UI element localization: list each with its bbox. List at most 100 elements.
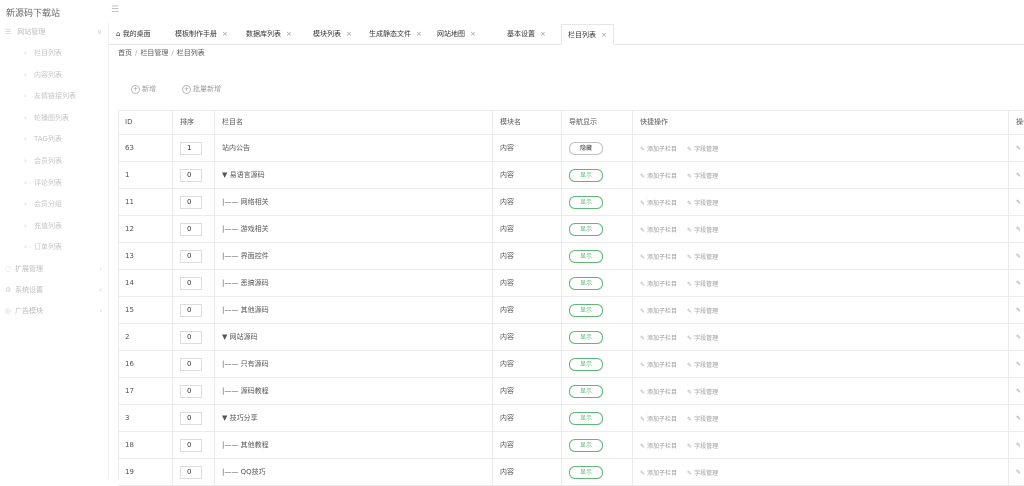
close-icon[interactable]: × bbox=[346, 30, 352, 38]
batch-add-button[interactable]: + 批量新增 bbox=[182, 84, 221, 94]
sidebar-item[interactable]: › 友情链接列表 bbox=[0, 86, 108, 108]
nav-toggle[interactable]: 显示 bbox=[569, 249, 603, 263]
edit-icon[interactable]: ✎ bbox=[1016, 361, 1021, 368]
sidebar-item[interactable]: › 评论列表 bbox=[0, 173, 108, 195]
tab-item[interactable]: 模板制作手册 × bbox=[175, 24, 228, 44]
nav-toggle[interactable]: 显示 bbox=[569, 303, 603, 317]
sort-input[interactable]: 0 bbox=[180, 222, 202, 236]
sidebar-item[interactable]: › 会员列表 bbox=[0, 151, 108, 173]
nav-toggle[interactable]: 显示 bbox=[569, 276, 603, 290]
tab-item[interactable]: 生成静态文件 × bbox=[369, 24, 422, 44]
close-icon[interactable]: × bbox=[222, 30, 228, 38]
close-icon[interactable]: × bbox=[540, 30, 546, 38]
field-manage-link[interactable]: ✎ 字段管理 bbox=[687, 144, 718, 153]
tab-item[interactable]: 网站地图 × bbox=[437, 24, 476, 44]
close-icon[interactable]: × bbox=[286, 30, 292, 38]
edit-icon[interactable]: ✎ bbox=[1016, 280, 1021, 287]
edit-icon[interactable]: ✎ bbox=[1016, 388, 1021, 395]
add-child-link[interactable]: ✎ 添加子栏目 bbox=[640, 441, 677, 450]
close-icon[interactable]: × bbox=[470, 30, 476, 38]
edit-icon[interactable]: ✎ bbox=[1016, 199, 1021, 206]
sidebar-item[interactable]: › 订单列表 bbox=[0, 237, 108, 259]
sidebar-item[interactable]: › 轮播图列表 bbox=[0, 108, 108, 130]
field-manage-link[interactable]: ✎ 字段管理 bbox=[687, 414, 718, 423]
breadcrumb-home[interactable]: 首页 bbox=[118, 49, 132, 57]
add-child-link[interactable]: ✎ 添加子栏目 bbox=[640, 387, 677, 396]
field-manage-link[interactable]: ✎ 字段管理 bbox=[687, 198, 718, 207]
close-icon[interactable]: × bbox=[416, 30, 422, 38]
sort-input[interactable]: 0 bbox=[180, 384, 202, 398]
edit-icon[interactable]: ✎ bbox=[1016, 469, 1021, 476]
edit-icon[interactable]: ✎ bbox=[1016, 442, 1021, 449]
add-child-link[interactable]: ✎ 添加子栏目 bbox=[640, 360, 677, 369]
edit-icon[interactable]: ✎ bbox=[1016, 172, 1021, 179]
add-child-link[interactable]: ✎ 添加子栏目 bbox=[640, 306, 677, 315]
cell-nav: 显示 bbox=[561, 189, 632, 215]
add-child-link[interactable]: ✎ 添加子栏目 bbox=[640, 252, 677, 261]
field-manage-link[interactable]: ✎ 字段管理 bbox=[687, 333, 718, 342]
add-child-link[interactable]: ✎ 添加子栏目 bbox=[640, 468, 677, 477]
nav-toggle[interactable]: 显示 bbox=[569, 195, 603, 209]
field-manage-link[interactable]: ✎ 字段管理 bbox=[687, 252, 718, 261]
nav-toggle[interactable]: 显示 bbox=[569, 357, 603, 371]
add-child-link[interactable]: ✎ 添加子栏目 bbox=[640, 414, 677, 423]
tab-item[interactable]: 基本设置 × bbox=[507, 24, 546, 44]
tab-item[interactable]: 栏目列表 × bbox=[561, 24, 614, 45]
sort-input[interactable]: 0 bbox=[180, 276, 202, 290]
add-child-link[interactable]: ✎ 添加子栏目 bbox=[640, 144, 677, 153]
add-child-link[interactable]: ✎ 添加子栏目 bbox=[640, 279, 677, 288]
sort-input[interactable]: 0 bbox=[180, 195, 202, 209]
hamburger-icon[interactable]: ☰ bbox=[111, 6, 121, 15]
sort-input[interactable]: 1 bbox=[180, 141, 202, 155]
close-icon[interactable]: × bbox=[601, 31, 607, 39]
field-manage-link[interactable]: ✎ 字段管理 bbox=[687, 171, 718, 180]
field-manage-link[interactable]: ✎ 字段管理 bbox=[687, 306, 718, 315]
edit-icon[interactable]: ✎ bbox=[1016, 145, 1021, 152]
tab-item[interactable]: 数据库列表 × bbox=[246, 24, 292, 44]
field-manage-link[interactable]: ✎ 字段管理 bbox=[687, 468, 718, 477]
nav-toggle[interactable]: 隐藏 bbox=[569, 141, 603, 155]
sidebar-group[interactable]: ◌ 扩展管理 ‹ bbox=[0, 259, 108, 280]
field-manage-link[interactable]: ✎ 字段管理 bbox=[687, 387, 718, 396]
field-manage-link[interactable]: ✎ 字段管理 bbox=[687, 225, 718, 234]
sidebar-item[interactable]: › 充值列表 bbox=[0, 216, 108, 238]
nav-toggle[interactable]: 显示 bbox=[569, 330, 603, 344]
nav-toggle[interactable]: 显示 bbox=[569, 438, 603, 452]
nav-toggle[interactable]: 显示 bbox=[569, 384, 603, 398]
field-manage-link[interactable]: ✎ 字段管理 bbox=[687, 279, 718, 288]
field-manage-link[interactable]: ✎ 字段管理 bbox=[687, 441, 718, 450]
edit-icon[interactable]: ✎ bbox=[1016, 253, 1021, 260]
sidebar-item[interactable]: › 内容列表 bbox=[0, 65, 108, 87]
sort-input[interactable]: 0 bbox=[180, 330, 202, 344]
sort-input[interactable]: 0 bbox=[180, 465, 202, 479]
edit-icon[interactable]: ✎ bbox=[1016, 415, 1021, 422]
nav-toggle[interactable]: 显示 bbox=[569, 222, 603, 236]
sort-input[interactable]: 0 bbox=[180, 168, 202, 182]
sidebar-item[interactable]: › 栏目列表 bbox=[0, 43, 108, 65]
nav-toggle[interactable]: 显示 bbox=[569, 168, 603, 182]
sort-input[interactable]: 0 bbox=[180, 357, 202, 371]
add-child-link[interactable]: ✎ 添加子栏目 bbox=[640, 333, 677, 342]
add-child-link[interactable]: ✎ 添加子栏目 bbox=[640, 225, 677, 234]
nav-toggle[interactable]: 显示 bbox=[569, 465, 603, 479]
edit-icon[interactable]: ✎ bbox=[1016, 334, 1021, 341]
add-child-link[interactable]: ✎ 添加子栏目 bbox=[640, 171, 677, 180]
sidebar-item[interactable]: › 会员分组 bbox=[0, 194, 108, 216]
tab-item[interactable]: 模块列表 × bbox=[313, 24, 352, 44]
sort-input[interactable]: 0 bbox=[180, 249, 202, 263]
sort-input[interactable]: 0 bbox=[180, 438, 202, 452]
field-manage-link[interactable]: ✎ 字段管理 bbox=[687, 360, 718, 369]
add-button[interactable]: + 新增 bbox=[131, 84, 156, 94]
nav-toggle[interactable]: 显示 bbox=[569, 411, 603, 425]
sort-input[interactable]: 0 bbox=[180, 303, 202, 317]
sort-input[interactable]: 0 bbox=[180, 411, 202, 425]
edit-icon[interactable]: ✎ bbox=[1016, 307, 1021, 314]
sidebar-group-site-manage[interactable]: ☰ 网站管理 ∨ bbox=[0, 22, 108, 43]
sidebar-item[interactable]: › TAG列表 bbox=[0, 129, 108, 151]
sidebar-group[interactable]: ⚙ 系统设置 ‹ bbox=[0, 280, 108, 301]
breadcrumb-section[interactable]: 栏目管理 bbox=[140, 49, 168, 57]
edit-icon[interactable]: ✎ bbox=[1016, 226, 1021, 233]
sidebar-group[interactable]: ◎ 广告模块 ‹ bbox=[0, 301, 108, 322]
add-child-link[interactable]: ✎ 添加子栏目 bbox=[640, 198, 677, 207]
tab-home[interactable]: ⌂ 我的桌面 bbox=[116, 24, 151, 44]
